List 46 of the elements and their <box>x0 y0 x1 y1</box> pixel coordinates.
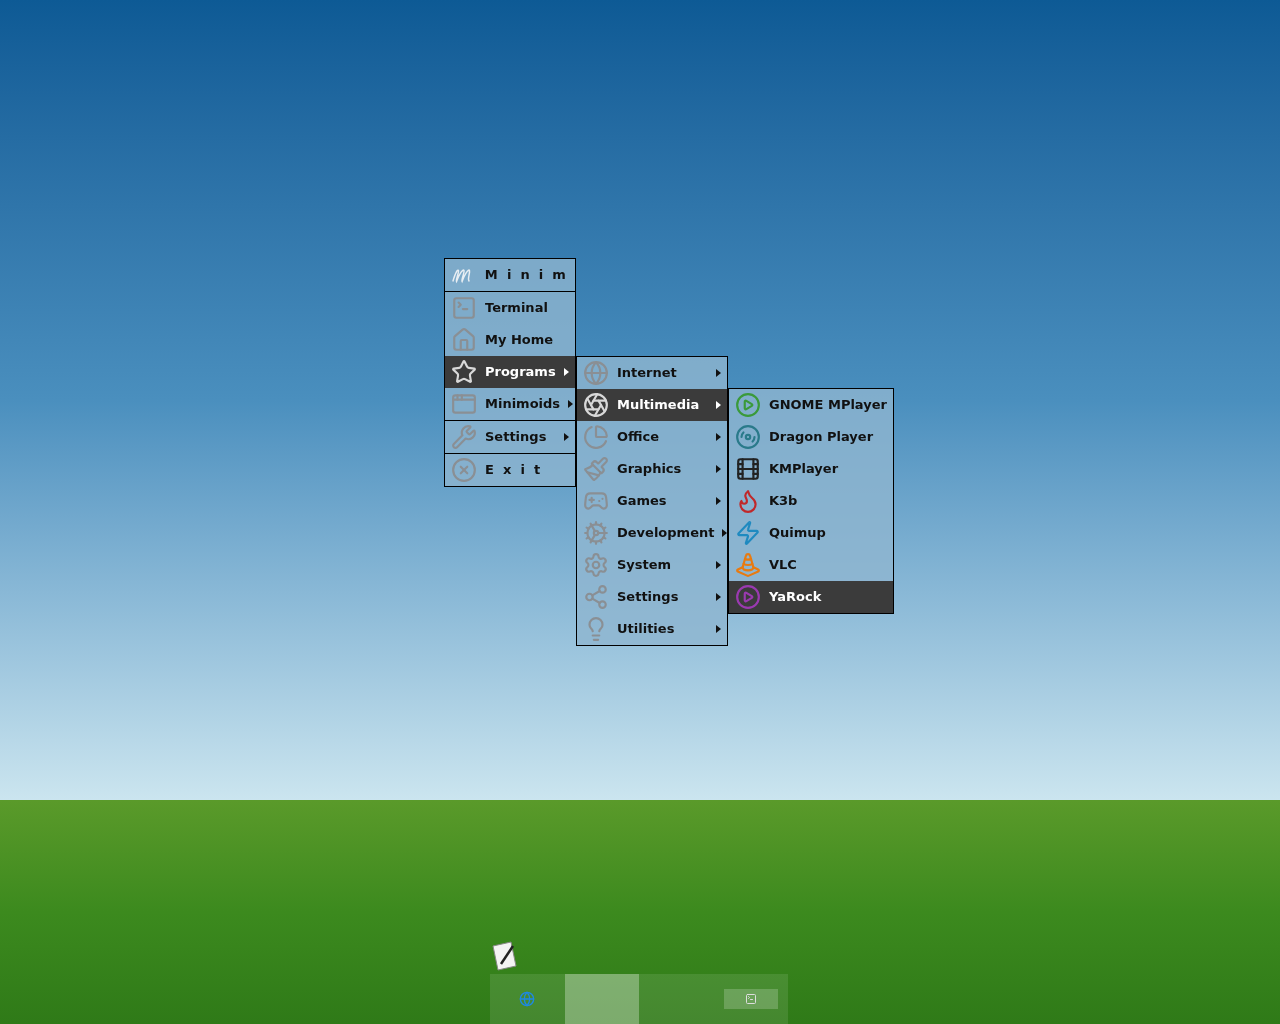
menu-item[interactable]: Exit <box>445 454 575 486</box>
pie-chart-icon <box>583 424 609 450</box>
star-icon <box>451 359 477 385</box>
menu-item[interactable]: Settings <box>445 421 575 453</box>
menu-item[interactable]: KMPlayer <box>729 453 893 485</box>
menu-item[interactable]: Minimoids <box>445 388 575 420</box>
dock-slot[interactable] <box>564 974 639 1024</box>
menu-item[interactable]: Dragon Player <box>729 421 893 453</box>
disc-icon <box>735 424 761 450</box>
globe-icon <box>583 360 609 386</box>
menu-item[interactable]: VLC <box>729 549 893 581</box>
menu-item[interactable]: K3b <box>729 485 893 517</box>
menu-title: Minim <box>484 266 575 285</box>
film-reel-icon <box>735 456 761 482</box>
close-icon <box>451 457 477 483</box>
menu-item[interactable]: Multimedia <box>577 389 727 421</box>
paintbrush-icon <box>583 456 609 482</box>
gear-icon <box>583 552 609 578</box>
menu-item[interactable]: Graphics <box>577 453 727 485</box>
globe-icon <box>519 991 536 1007</box>
wrench-icon <box>451 424 477 450</box>
play-icon <box>735 392 761 418</box>
terminal-icon <box>451 295 477 321</box>
menu-item[interactable]: Quimup <box>729 517 893 549</box>
menu-item[interactable]: Internet <box>577 357 727 389</box>
nodes-icon <box>583 584 609 610</box>
menu-item[interactable]: My Home <box>445 324 575 356</box>
traffic-cone-icon <box>735 552 761 578</box>
home-icon <box>451 327 477 353</box>
window-thumbnail <box>723 989 778 1009</box>
menu-item[interactable]: Utilities <box>577 613 727 645</box>
menu-item[interactable]: Office <box>577 421 727 453</box>
menu-item[interactable]: Settings <box>577 581 727 613</box>
menu-item[interactable]: System <box>577 549 727 581</box>
aperture-icon <box>583 392 609 418</box>
menu-item[interactable]: Terminal <box>445 292 575 324</box>
cog-icon <box>583 520 609 546</box>
notepad-pencil-icon[interactable] <box>491 940 519 972</box>
window-icon <box>451 391 477 417</box>
menu-item[interactable]: Development <box>577 517 727 549</box>
lightning-icon <box>735 520 761 546</box>
play-icon <box>735 584 761 610</box>
menu-item[interactable]: GNOME MPlayer <box>729 389 893 421</box>
menu-item[interactable]: Games <box>577 485 727 517</box>
menu-item[interactable]: YaRock <box>729 581 893 613</box>
menu-item[interactable]: Programs <box>445 356 575 388</box>
